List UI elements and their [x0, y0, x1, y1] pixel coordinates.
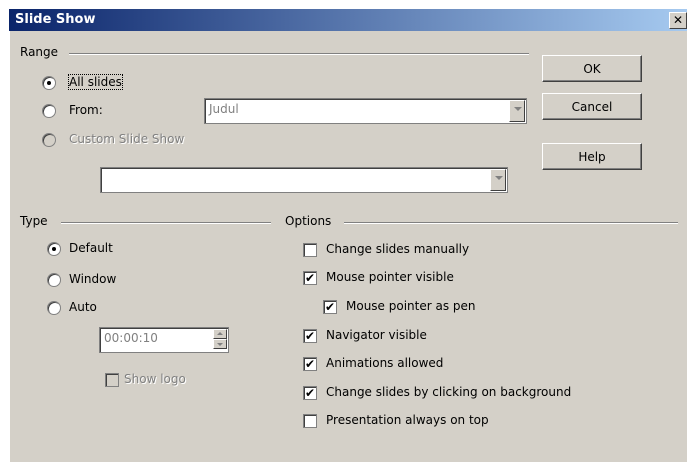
custom-slide-show-select[interactable]	[100, 167, 508, 193]
chevron-down-icon[interactable]	[490, 169, 506, 191]
options-group-title: Options	[285, 214, 336, 228]
type-default-radio[interactable]	[47, 242, 61, 256]
presentation-always-on-top-label[interactable]: Presentation always on top	[326, 413, 489, 427]
from-slide-value: Judul	[209, 102, 239, 116]
change-slides-on-click-label[interactable]: Change slides by clicking on background	[326, 385, 571, 399]
type-window-radio[interactable]	[47, 273, 61, 287]
custom-slide-show-label[interactable]: Custom Slide Show	[69, 132, 184, 146]
all-slides-label[interactable]: All slides	[68, 74, 123, 90]
from-slide-select[interactable]: Judul	[204, 98, 527, 124]
title-bar: Slide Show ✕	[9, 9, 687, 31]
type-auto-radio[interactable]	[47, 301, 61, 315]
options-separator	[344, 222, 678, 224]
mouse-pointer-visible-label[interactable]: Mouse pointer visible	[326, 270, 454, 284]
spin-up-icon[interactable]	[213, 329, 227, 339]
navigator-visible-label[interactable]: Navigator visible	[326, 328, 427, 342]
from-label[interactable]: From:	[69, 103, 103, 117]
close-button[interactable]: ✕	[669, 12, 687, 29]
type-window-label[interactable]: Window	[69, 272, 116, 286]
all-slides-radio[interactable]	[42, 76, 56, 90]
from-radio[interactable]	[42, 104, 56, 118]
dialog-title: Slide Show	[15, 12, 96, 27]
presentation-always-on-top-checkbox[interactable]	[303, 414, 317, 428]
show-logo-checkbox[interactable]	[105, 373, 119, 387]
type-group-title: Type	[20, 214, 52, 228]
type-separator	[61, 222, 271, 224]
custom-slide-show-radio[interactable]	[42, 133, 56, 147]
range-separator	[69, 53, 529, 55]
mouse-pointer-as-pen-label[interactable]: Mouse pointer as pen	[346, 299, 476, 313]
navigator-visible-checkbox[interactable]: ✔	[303, 329, 317, 343]
help-button[interactable]: Help	[542, 143, 642, 170]
pause-duration-stepper[interactable]: 00:00:10	[99, 327, 229, 353]
show-logo-label[interactable]: Show logo	[124, 372, 186, 386]
change-slides-manually-label[interactable]: Change slides manually	[326, 242, 469, 256]
spin-arrows-icon[interactable]	[213, 329, 227, 351]
type-auto-label[interactable]: Auto	[69, 300, 97, 314]
type-default-label[interactable]: Default	[69, 241, 113, 255]
ok-button[interactable]: OK	[542, 55, 642, 82]
pause-duration-value: 00:00:10	[104, 331, 158, 345]
spin-down-icon[interactable]	[213, 339, 227, 349]
mouse-pointer-visible-checkbox[interactable]: ✔	[303, 271, 317, 285]
animations-allowed-label[interactable]: Animations allowed	[326, 356, 443, 370]
range-group-title: Range	[20, 45, 63, 59]
chevron-down-icon[interactable]	[509, 100, 525, 122]
change-slides-on-click-checkbox[interactable]: ✔	[303, 386, 317, 400]
slide-show-dialog: Slide Show ✕ Range All slides From: Judu…	[9, 9, 687, 462]
animations-allowed-checkbox[interactable]: ✔	[303, 357, 317, 371]
mouse-pointer-as-pen-checkbox[interactable]: ✔	[323, 300, 337, 314]
change-slides-manually-checkbox[interactable]	[303, 243, 317, 257]
cancel-button[interactable]: Cancel	[542, 93, 642, 120]
